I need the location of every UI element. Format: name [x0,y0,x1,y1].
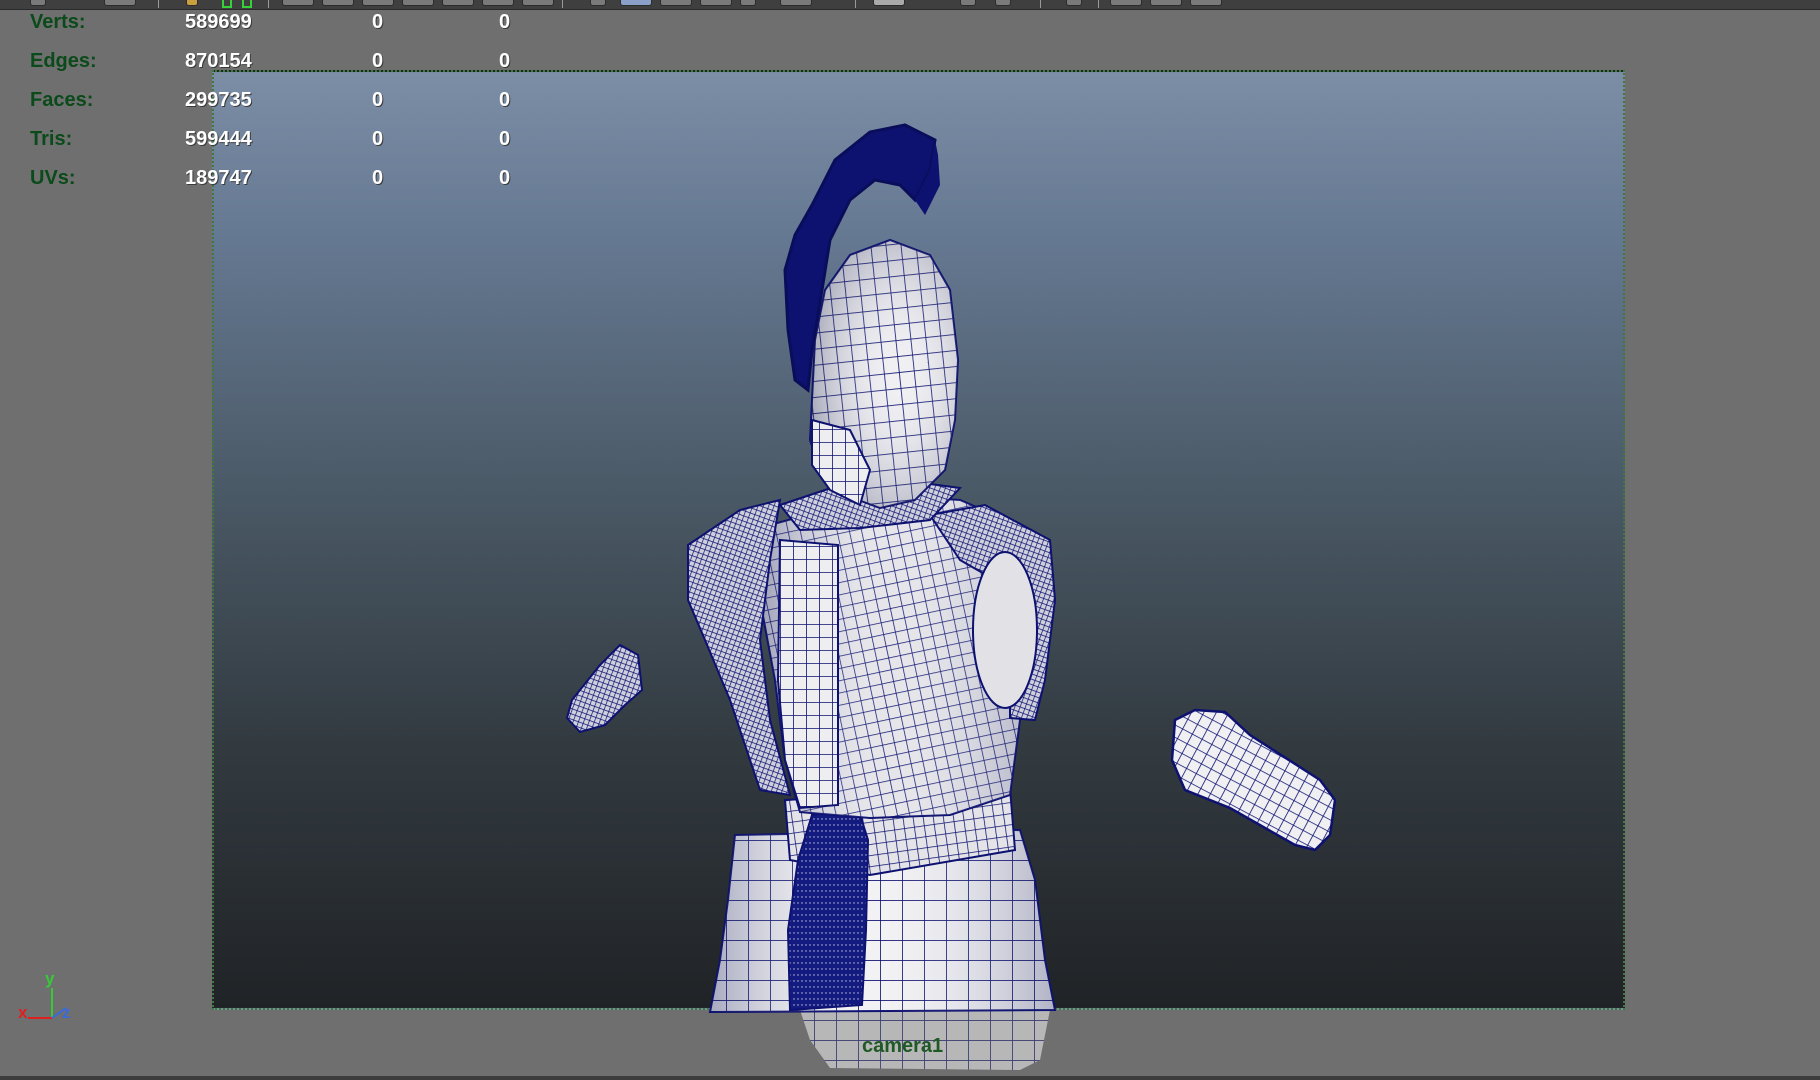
axis-label-y: y [45,969,55,988]
axis-label-x: x [18,1003,28,1022]
hud-value-selected: 0 [372,89,384,111]
hud-value-uv: 0 [499,167,511,189]
hud-label: UVs: [30,167,76,189]
hud-value-uv: 0 [499,128,511,150]
right-arm-opening [972,551,1038,709]
hud-value-uv: 0 [499,50,511,72]
hud-label: Edges: [30,50,97,72]
hud-value-total: 870154 [185,50,252,72]
axis-gizmo-icon: y x z [14,970,84,1030]
right-bracer [1170,708,1337,852]
camera-name-label: camera1 [862,1035,944,1057]
viewport-bottom-border [0,1076,1820,1080]
hud-label: Tris: [30,128,73,150]
hud-value-total: 599444 [185,128,252,150]
hud-label: Faces: [30,89,94,111]
hud-value-uv: 0 [499,89,511,111]
hud-value-selected: 0 [372,11,384,33]
chest-center-plate [776,538,839,810]
left-bracer [565,643,644,734]
maya-viewport[interactable]: Verts: 589699 0 0 Edges: 870154 0 0 Face… [0,0,1820,1080]
hud-value-selected: 0 [372,50,384,72]
hud-value-selected: 0 [372,128,384,150]
axis-label-z: z [62,1003,71,1022]
hud-value-uv: 0 [499,11,511,33]
hud-value-total: 589699 [185,11,252,33]
hud-value-selected: 0 [372,167,384,189]
poly-count-hud: Verts: 589699 0 0 Edges: 870154 0 0 Face… [0,0,560,200]
hud-value-total: 299735 [185,89,252,111]
hud-label: Verts: [30,11,86,33]
hud-value-total: 189747 [185,167,252,189]
